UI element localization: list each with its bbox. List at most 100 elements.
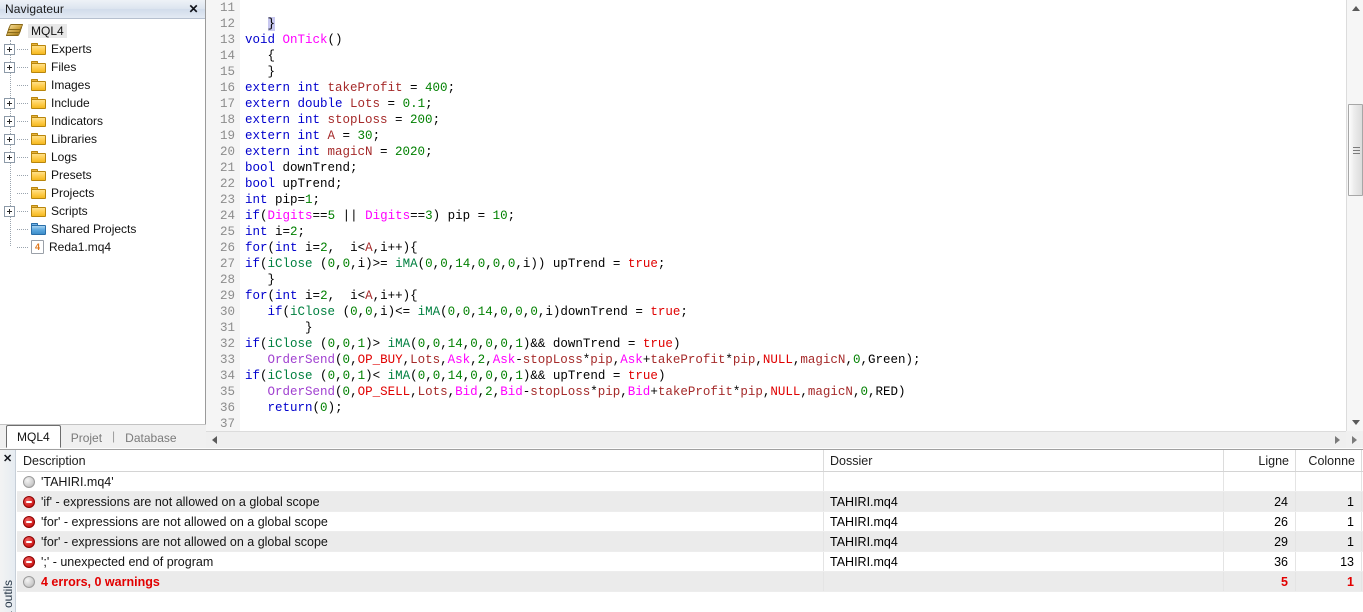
tree-item-files[interactable]: Files — [0, 58, 205, 76]
code-token: , — [350, 369, 358, 383]
tree-item-reda1-mq4[interactable]: 4Reda1.mq4 — [0, 238, 205, 256]
code-token: , — [485, 257, 493, 271]
code-token: ( — [313, 369, 328, 383]
code-line[interactable]: 11 — [206, 0, 1346, 16]
tab-database[interactable]: Database — [115, 427, 186, 448]
tab-projet[interactable]: Projet — [61, 427, 112, 448]
column-header-dossier[interactable]: Dossier — [824, 450, 1224, 471]
column-header-description[interactable]: Description — [17, 450, 824, 471]
tree-item-indicators[interactable]: Indicators — [0, 112, 205, 130]
cell-colonne — [1296, 472, 1362, 491]
close-icon[interactable]: ✕ — [186, 2, 201, 16]
code-token: 1 — [358, 337, 366, 351]
table-row[interactable]: 'if' - expressions are not allowed on a … — [17, 492, 1363, 512]
expand-plus-icon[interactable] — [4, 116, 15, 127]
info-icon — [23, 476, 35, 488]
tree-item-images[interactable]: Images — [0, 76, 205, 94]
code-line[interactable]: 35 OrderSend(0,OP_SELL,Lots,Bid,2,Bid-st… — [206, 384, 1346, 400]
scroll-up-icon[interactable] — [1347, 0, 1363, 17]
code-line[interactable]: 23int pip=1; — [206, 192, 1346, 208]
expand-plus-icon[interactable] — [4, 206, 15, 217]
tree-item-include[interactable]: Include — [0, 94, 205, 112]
expand-plus-icon[interactable] — [4, 44, 15, 55]
code-line[interactable]: 30 if(iClose (0,0,i)<= iMA(0,0,14,0,0,0,… — [206, 304, 1346, 320]
code-line[interactable]: 19extern int A = 30; — [206, 128, 1346, 144]
code-line[interactable]: 24if(Digits==5 || Digits==3) pip = 10; — [206, 208, 1346, 224]
code-line[interactable]: 32if(iClose (0,0,1)> iMA(0,0,14,0,0,0,1)… — [206, 336, 1346, 352]
vertical-scroll-thumb[interactable] — [1348, 104, 1363, 196]
code-line[interactable]: 14 { — [206, 48, 1346, 64]
code-token: , — [470, 353, 478, 367]
code-line[interactable]: 25int i=2; — [206, 224, 1346, 240]
code-text-area[interactable]: 1112 }13void OnTick()14 {15 }16extern in… — [206, 0, 1346, 431]
table-row[interactable]: 4 errors, 0 warnings51 — [17, 572, 1363, 592]
scroll-right-icon[interactable] — [1329, 432, 1346, 448]
tree-item-projects[interactable]: Projects — [0, 184, 205, 202]
column-label: Description — [23, 454, 86, 468]
code-token: ); — [328, 401, 343, 415]
code-line[interactable]: 34if(iClose (0,0,1)< iMA(0,0,14,0,0,0,1)… — [206, 368, 1346, 384]
tab-mql4[interactable]: MQL4 — [6, 425, 61, 448]
code-token: 0 — [343, 369, 351, 383]
scrollbar-corner — [1346, 431, 1363, 448]
table-row[interactable]: ';' - unexpected end of programTAHIRI.mq… — [17, 552, 1363, 572]
code-token: true — [628, 369, 658, 383]
column-header-ligne[interactable]: Ligne — [1224, 450, 1296, 471]
code-token: A — [365, 289, 373, 303]
scroll-down-icon[interactable] — [1347, 414, 1363, 431]
tree-item-experts[interactable]: Experts — [0, 40, 205, 58]
code-line[interactable]: 36 return(0); — [206, 400, 1346, 416]
code-line[interactable]: 21bool downTrend; — [206, 160, 1346, 176]
code-line[interactable]: 20extern int magicN = 2020; — [206, 144, 1346, 160]
tree-item-presets[interactable]: Presets — [0, 166, 205, 184]
close-icon[interactable]: ✕ — [3, 452, 12, 465]
cell-ligne: 36 — [1224, 552, 1296, 571]
code-token: = — [403, 81, 426, 95]
code-line[interactable]: 37 — [206, 416, 1346, 431]
code-token: 0 — [860, 385, 868, 399]
line-number: 14 — [206, 48, 240, 64]
code-token: magicN — [800, 353, 845, 367]
code-token: 0 — [500, 337, 508, 351]
code-line[interactable]: 31 } — [206, 320, 1346, 336]
tree-item-logs[interactable]: Logs — [0, 148, 205, 166]
code-line[interactable]: 29for(int i=2, i<A,i++){ — [206, 288, 1346, 304]
code-token: , — [335, 257, 343, 271]
scroll-left-icon[interactable] — [206, 432, 223, 448]
code-line[interactable]: 17extern double Lots = 0.1; — [206, 96, 1346, 112]
code-line[interactable]: 26for(int i=2, i<A,i++){ — [206, 240, 1346, 256]
code-line[interactable]: 33 OrderSend(0,OP_BUY,Lots,Ask,2,Ask-sto… — [206, 352, 1346, 368]
tree-item-shared-projects[interactable]: Shared Projects — [0, 220, 205, 238]
code-line[interactable]: 22bool upTrend; — [206, 176, 1346, 192]
editor-vertical-scrollbar[interactable] — [1346, 0, 1363, 431]
code-token: A — [365, 241, 373, 255]
table-row[interactable]: 'TAHIRI.mq4' — [17, 472, 1363, 492]
column-header-colonne[interactable]: Colonne — [1296, 450, 1362, 471]
code-line[interactable]: 28 } — [206, 272, 1346, 288]
code-line[interactable]: 16extern int takeProfit = 400; — [206, 80, 1346, 96]
tree-item-libraries[interactable]: Libraries — [0, 130, 205, 148]
cell-description: ';' - unexpected end of program — [17, 552, 824, 571]
code-token: pip= — [275, 193, 305, 207]
code-line[interactable]: 13void OnTick() — [206, 32, 1346, 48]
code-line[interactable]: 12 } — [206, 16, 1346, 32]
tree-item-label: Logs — [51, 150, 77, 164]
expand-plus-icon[interactable] — [4, 152, 15, 163]
tree-item-mql4-root[interactable]: MQL4 — [0, 22, 205, 40]
code-token: NULL — [770, 385, 800, 399]
expand-plus-icon[interactable] — [4, 134, 15, 145]
code-token: 0 — [485, 369, 493, 383]
expand-plus-icon[interactable] — [4, 98, 15, 109]
code-line-text: if(iClose (0,0,i)>= iMA(0,0,14,0,0,0,i))… — [240, 256, 665, 272]
table-row[interactable]: 'for' - expressions are not allowed on a… — [17, 512, 1363, 532]
navigator-tree[interactable]: MQL4 ExpertsFilesImagesIncludeIndicators… — [0, 19, 205, 448]
code-line[interactable]: 27if(iClose (0,0,i)>= iMA(0,0,14,0,0,0,i… — [206, 256, 1346, 272]
tree-item-scripts[interactable]: Scripts — [0, 202, 205, 220]
code-token: , — [800, 385, 808, 399]
code-line[interactable]: 18extern int stopLoss = 200; — [206, 112, 1346, 128]
expand-plus-icon[interactable] — [4, 62, 15, 73]
code-line[interactable]: 15 } — [206, 64, 1346, 80]
editor-horizontal-scrollbar[interactable] — [206, 431, 1346, 448]
table-row[interactable]: 'for' - expressions are not allowed on a… — [17, 532, 1363, 552]
code-token: ( — [260, 337, 268, 351]
